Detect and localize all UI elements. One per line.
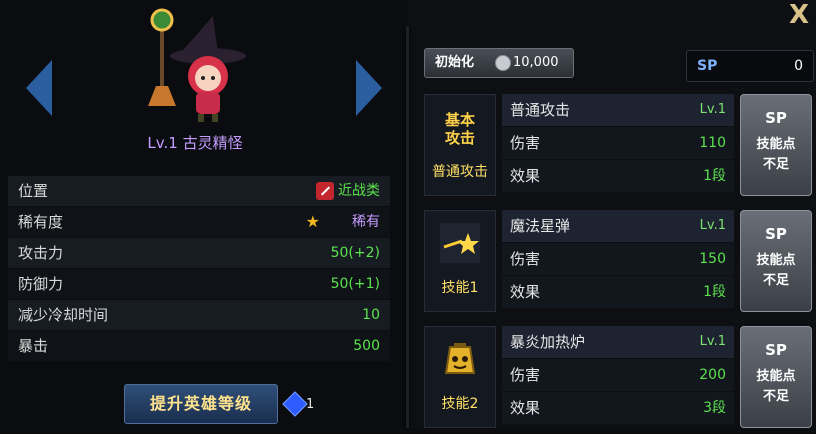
sp-line1: 技能点 <box>756 369 796 384</box>
skill-icon-label: 技能2 <box>441 396 479 412</box>
skill-upgrade-button[interactable]: SP 技能点 不足 <box>740 94 812 196</box>
skill-name: 魔法星弹 <box>510 217 571 235</box>
skill-effect-value: 3段 <box>703 400 726 416</box>
sword-icon <box>316 182 334 200</box>
stat-row-position: 位置 近战类 <box>8 176 390 207</box>
sp-line2: 不足 <box>762 389 789 404</box>
reset-label: 初始化 <box>435 55 475 70</box>
skill-icon-box[interactable]: 技能2 <box>424 326 496 428</box>
skill-effect-row: 效果 1段 <box>502 160 734 193</box>
skill-damage-value: 200 <box>699 367 726 383</box>
skill-name: 普通攻击 <box>510 101 571 119</box>
defense-value: 50(+1) <box>330 276 380 292</box>
cooldown-value: 10 <box>362 307 380 323</box>
basic-attack-icon: 基本 攻击 <box>444 111 475 147</box>
attack-value: 50(+2) <box>330 245 380 261</box>
reset-cost: 10,000 <box>513 55 559 70</box>
skill-effect-row: 效果 1段 <box>502 276 734 309</box>
crit-value: 500 <box>353 338 380 354</box>
skill-name-row: 暴炎加热炉 Lv.1 <box>502 326 734 359</box>
stat-label: 稀有度 <box>18 213 64 231</box>
sp-value: 0 <box>794 58 803 74</box>
panel-divider <box>406 26 409 428</box>
stat-row-crit: 暴击 500 <box>8 331 390 362</box>
skill-name-row: 普通攻击 Lv.1 <box>502 94 734 127</box>
sp-title: SP <box>765 341 787 359</box>
skill-level: Lv.1 <box>699 334 726 349</box>
skill-damage-row: 伤害 110 <box>502 127 734 160</box>
skill-effect-row: 效果 3段 <box>502 392 734 425</box>
skill-damage-row: 伤害 150 <box>502 243 734 276</box>
skill-details: 魔法星弹 Lv.1 伤害 150 效果 1段 <box>502 210 734 309</box>
reset-skills-button[interactable]: 初始化 10,000 <box>424 48 574 78</box>
sp-line1: 技能点 <box>756 137 796 152</box>
sp-label: SP <box>697 58 718 74</box>
skill-icon-label: 普通攻击 <box>432 164 488 180</box>
sp-counter: SP 0 <box>686 50 814 82</box>
stat-label: 位置 <box>18 182 49 200</box>
furnace-icon <box>444 343 476 374</box>
close-button[interactable]: X <box>786 2 812 28</box>
stat-label: 减少冷却时间 <box>18 306 109 324</box>
position-value: 近战类 <box>338 183 380 199</box>
skill-icon-box[interactable]: 技能1 <box>424 210 496 312</box>
skill-icon-label: 技能1 <box>441 280 479 296</box>
skill-row-label: 伤害 <box>510 134 541 152</box>
upgrade-hero-button[interactable]: 提升英雄等级 <box>124 384 278 424</box>
hero-name: Lv.1 古灵精怪 <box>147 134 243 152</box>
sp-title: SP <box>765 225 787 243</box>
skill-card-basic: 基本 攻击 普通攻击 普通攻击 Lv.1 伤害 110 效果 1段 SP 技能点… <box>424 94 814 202</box>
skill-card-1: 技能1 魔法星弹 Lv.1 伤害 150 效果 1段 SP 技能点 不足 <box>424 210 814 318</box>
skill-card-2: 技能2 暴炎加热炉 Lv.1 伤害 200 效果 3段 SP 技能点 不足 <box>424 326 814 434</box>
skill-details: 暴炎加热炉 Lv.1 伤害 200 效果 3段 <box>502 326 734 425</box>
skill-row-label: 伤害 <box>510 366 541 384</box>
skill-icon-box[interactable]: 基本 攻击 普通攻击 <box>424 94 496 196</box>
sp-line1: 技能点 <box>756 253 796 268</box>
skill-upgrade-button[interactable]: SP 技能点 不足 <box>740 326 812 428</box>
hero-stats: 位置 近战类 稀有度 ★ 稀有 攻击力 50(+2) 防御力 50(+1) 减少… <box>8 176 390 362</box>
skill-level: Lv.1 <box>699 102 726 117</box>
skill-name-row: 魔法星弹 Lv.1 <box>502 210 734 243</box>
rarity-value: 稀有 <box>352 214 380 230</box>
sp-title: SP <box>765 109 787 127</box>
skill-row-label: 效果 <box>510 399 541 417</box>
skill-row-label: 效果 <box>510 167 541 185</box>
gem-count: 1 <box>306 397 315 412</box>
skill-name: 暴炎加热炉 <box>510 333 586 351</box>
chevron-left-icon[interactable] <box>26 60 52 116</box>
skill-damage-row: 伤害 200 <box>502 359 734 392</box>
skill-level: Lv.1 <box>699 218 726 233</box>
skill-upgrade-button[interactable]: SP 技能点 不足 <box>740 210 812 312</box>
stat-row-attack: 攻击力 50(+2) <box>8 238 390 269</box>
coin-icon <box>495 55 511 71</box>
stat-row-rarity: 稀有度 ★ 稀有 <box>8 207 390 238</box>
skill-details: 普通攻击 Lv.1 伤害 110 效果 1段 <box>502 94 734 193</box>
skill-damage-value: 150 <box>699 251 726 267</box>
stat-label: 攻击力 <box>18 244 64 262</box>
skill-row-label: 伤害 <box>510 250 541 268</box>
star-icon: ★ <box>305 212 320 231</box>
sp-line2: 不足 <box>762 273 789 288</box>
stat-row-defense: 防御力 50(+1) <box>8 269 390 300</box>
skill-effect-value: 1段 <box>703 168 726 184</box>
chevron-right-icon[interactable] <box>356 60 382 116</box>
hero-portrait <box>148 8 246 122</box>
stat-value: 近战类 <box>316 176 380 206</box>
skill-damage-value: 110 <box>699 135 726 151</box>
stat-row-cooldown: 减少冷却时间 10 <box>8 300 390 331</box>
stat-label: 防御力 <box>18 275 64 293</box>
star-shot-icon <box>440 223 480 263</box>
skill-row-label: 效果 <box>510 283 541 301</box>
sp-line2: 不足 <box>762 157 789 172</box>
stat-label: 暴击 <box>18 337 49 355</box>
skill-effect-value: 1段 <box>703 284 726 300</box>
